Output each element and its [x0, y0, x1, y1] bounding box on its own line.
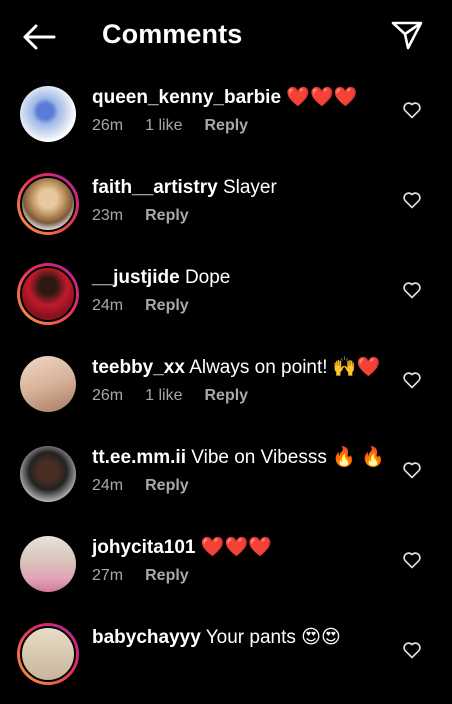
comment-username[interactable]: faith__artistry [92, 177, 218, 198]
avatar[interactable] [20, 86, 76, 142]
comment-row: faith__artistry Slayer 23m Reply [0, 164, 452, 254]
avatar[interactable] [17, 623, 79, 685]
comment-text: Your pants 😍😍 [205, 627, 341, 648]
heart-icon[interactable] [402, 640, 422, 660]
heart-icon[interactable] [402, 100, 422, 120]
comment-username[interactable]: teebby_xx [92, 357, 185, 378]
comment-username[interactable]: __justjide [92, 267, 180, 288]
reply-button[interactable]: Reply [145, 477, 189, 494]
header: Comments [0, 0, 452, 74]
reply-button[interactable]: Reply [145, 567, 189, 584]
heart-icon[interactable] [402, 370, 422, 390]
comment-username[interactable]: babychayyy [92, 627, 201, 648]
comment-text: Vibe on Vibesss 🔥 🔥 [191, 447, 385, 468]
comment-time: 23m [92, 207, 124, 224]
comment-likes[interactable]: 1 like [145, 117, 182, 134]
comment-row: tt.ee.mm.ii Vibe on Vibesss 🔥 🔥 24m Reply [0, 434, 452, 524]
reply-button[interactable]: Reply [204, 387, 248, 404]
comment-row: babychayyy Your pants 😍😍 [0, 614, 452, 704]
paper-plane-icon [391, 21, 423, 50]
reply-button[interactable]: Reply [145, 297, 189, 314]
heart-icon[interactable] [402, 280, 422, 300]
heart-icon[interactable] [402, 460, 422, 480]
back-button[interactable] [20, 20, 58, 54]
page-title: Comments [102, 19, 243, 49]
reply-button[interactable]: Reply [204, 117, 248, 134]
comment-time: 24m [92, 477, 124, 494]
heart-icon[interactable] [402, 550, 422, 570]
comment-text: ❤️❤️❤️ [200, 537, 272, 558]
avatar[interactable] [20, 536, 76, 592]
comment-username[interactable]: tt.ee.mm.ii [92, 447, 186, 468]
comment-text: Dope [184, 267, 231, 288]
comment-row: johycita101 ❤️❤️❤️ 27m Reply [0, 524, 452, 614]
comment-text: Always on point! 🙌❤️ [189, 357, 381, 378]
share-button[interactable] [388, 16, 426, 54]
comment-time: 27m [92, 567, 124, 584]
back-arrow-icon [23, 24, 56, 50]
comment-username[interactable]: johycita101 [92, 537, 196, 558]
avatar[interactable] [17, 173, 79, 235]
comment-row: queen_kenny_barbie ❤️❤️❤️ 26m 1 like Reply [0, 74, 452, 164]
comment-list: queen_kenny_barbie ❤️❤️❤️ 26m 1 like Reply… [0, 74, 452, 704]
comment-time: 26m [92, 387, 124, 404]
comment-username[interactable]: queen_kenny_barbie [92, 87, 281, 108]
comment-time: 24m [92, 297, 124, 314]
heart-icon[interactable] [402, 190, 422, 210]
comment-row: __justjide Dope 24m Reply [0, 254, 452, 344]
reply-button[interactable]: Reply [145, 207, 189, 224]
comment-likes[interactable]: 1 like [145, 387, 182, 404]
comment-time: 26m [92, 117, 124, 134]
avatar[interactable] [17, 263, 79, 325]
comment-row: teebby_xx Always on point! 🙌❤️ 26m 1 like… [0, 344, 452, 434]
avatar[interactable] [20, 446, 76, 502]
comment-text: Slayer [222, 177, 277, 198]
avatar[interactable] [20, 356, 76, 412]
comment-text: ❤️❤️❤️ [286, 87, 358, 108]
